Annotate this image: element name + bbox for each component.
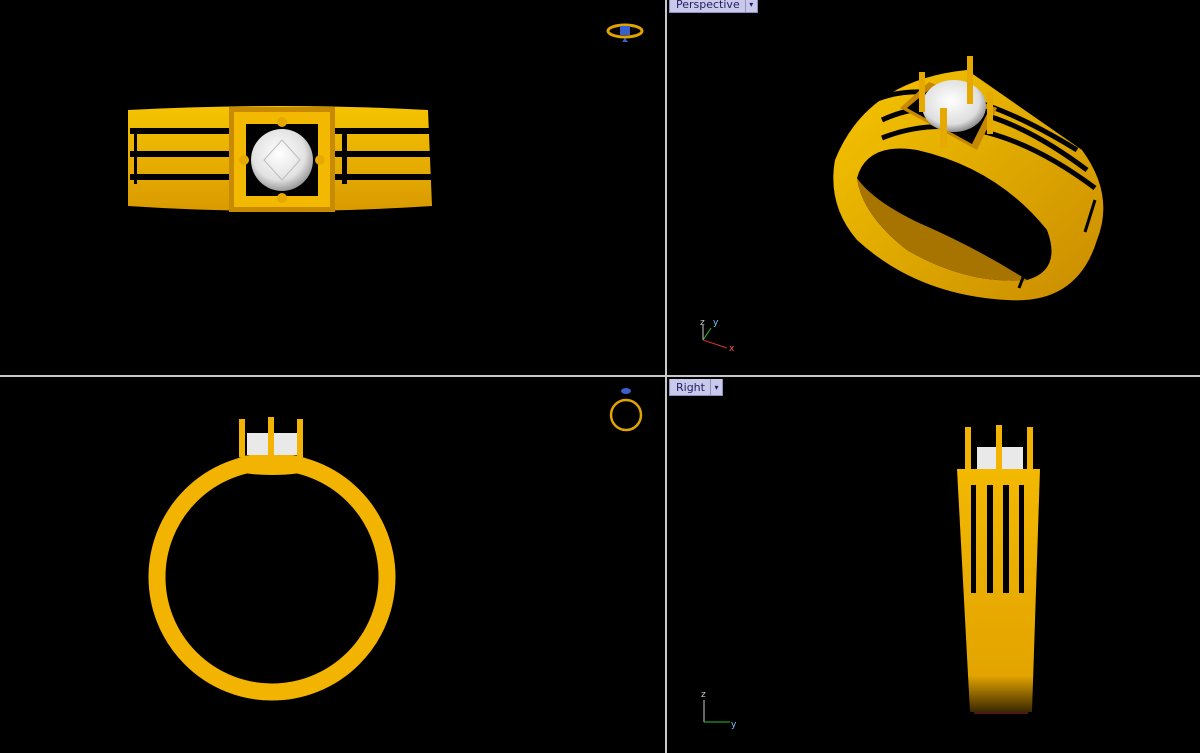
axis-gizmo: z y x — [700, 318, 735, 354]
axis-y-label: y — [731, 720, 737, 730]
viewport-menu-dropdown-icon[interactable]: ▾ — [744, 0, 757, 12]
axis-z-label: z — [701, 690, 706, 700]
axis-gizmo-right: z y — [701, 690, 737, 730]
right-viewport[interactable]: z y Right ▾ — [667, 377, 1200, 753]
viewport-title-perspective[interactable]: Perspective ▾ — [669, 0, 758, 13]
viewport-title-label: Perspective — [676, 0, 740, 11]
right-view-ring-model: z y — [701, 425, 1040, 730]
perspective-viewport[interactable]: z y x Perspective ▾ — [667, 0, 1200, 375]
ring-preview-icon — [606, 23, 644, 42]
perspective-ring-model: z y x — [700, 56, 1104, 354]
top-viewport[interactable] — [0, 0, 665, 375]
axis-z-label: z — [700, 318, 705, 328]
axis-y-label: y — [713, 318, 719, 328]
ring-preview-icon-front — [609, 388, 643, 432]
perspective-gemstone — [922, 80, 986, 132]
viewport-menu-dropdown-icon[interactable]: ▾ — [709, 379, 722, 395]
axis-x-label: x — [729, 344, 735, 354]
front-viewport[interactable] — [0, 377, 665, 753]
vertical-viewport-divider[interactable] — [665, 0, 667, 753]
gemstone — [251, 129, 313, 191]
front-view-ring-model — [148, 388, 643, 701]
viewport-title-label: Right — [676, 380, 705, 394]
viewport-title-right[interactable]: Right ▾ — [669, 379, 723, 396]
top-view-ring-model — [128, 23, 644, 212]
horizontal-viewport-divider[interactable] — [0, 375, 1200, 377]
